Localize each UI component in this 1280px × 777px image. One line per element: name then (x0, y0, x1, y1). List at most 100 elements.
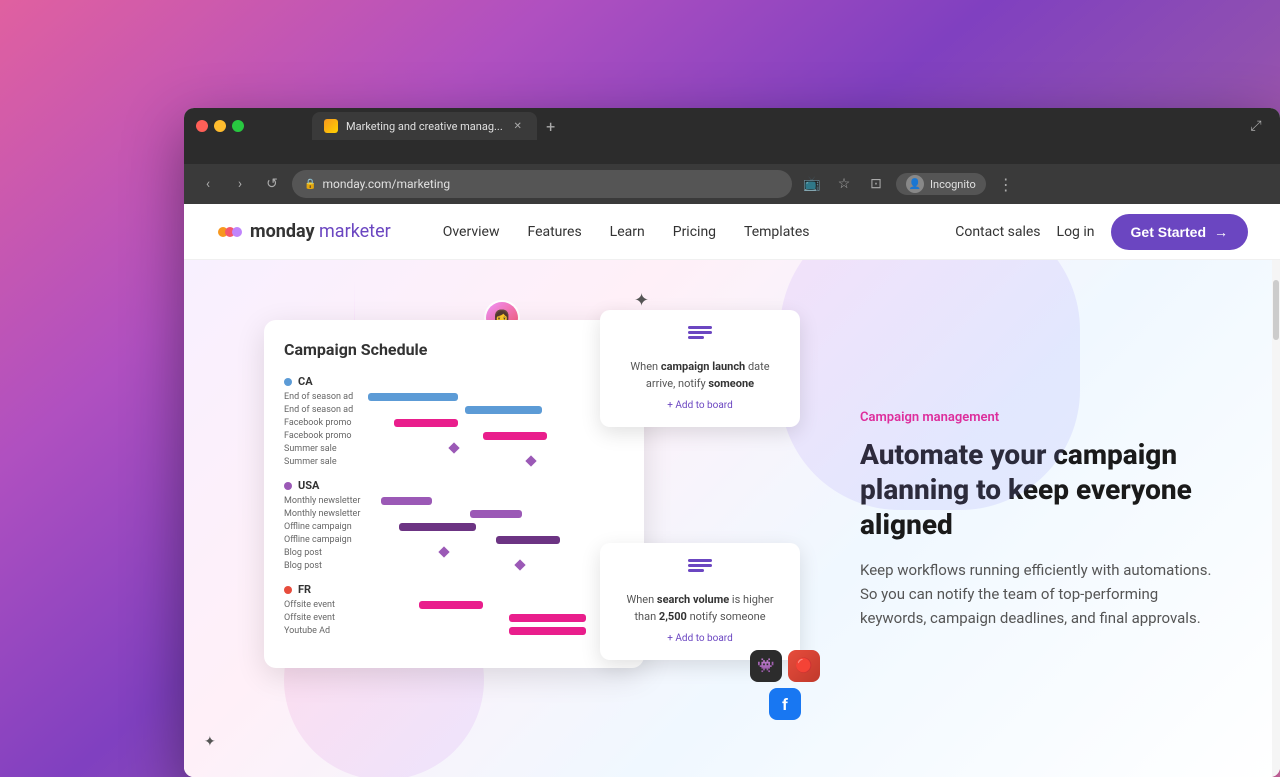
gantt-label-usa-2: Monthly newsletter (284, 509, 364, 519)
logo-icon (216, 218, 244, 246)
contact-sales-link[interactable]: Contact sales (955, 224, 1040, 240)
gantt-bar-usa-6 (368, 561, 624, 571)
page-scrollbar[interactable] (1272, 260, 1280, 777)
campaign-card-container: 👩 Campaign Schedule CA End of season ad (244, 300, 840, 740)
gantt-label-usa-4: Offline campaign (284, 535, 364, 545)
new-tab-button[interactable]: + (537, 112, 565, 140)
tab-title: Marketing and creative manag... (346, 120, 503, 133)
gantt-label-ca-3: Facebook promo (284, 418, 364, 428)
add-to-board-1[interactable]: + Add to board (616, 400, 784, 411)
forward-button[interactable]: › (228, 172, 252, 196)
refresh-button[interactable]: ↺ (260, 172, 284, 196)
tab-search-icon[interactable]: ⊡ (864, 172, 888, 196)
gantt-bar-ca-1 (368, 392, 624, 402)
gantt-bar-usa-3 (368, 522, 624, 532)
toolbar-actions: 📺 ☆ ⊡ 👤 Incognito ⋮ (800, 171, 1018, 198)
browser-window: Marketing and creative manag... ✕ + ⤢ ‹ … (184, 108, 1280, 777)
gantt-row-ca-3: Facebook promo (284, 418, 624, 428)
maximize-button[interactable] (232, 120, 244, 132)
gantt-row-ca-6: Summer sale (284, 457, 624, 467)
gantt-row-fr-2: Offsite event (284, 613, 624, 623)
logo-link[interactable]: monday marketer (216, 218, 391, 246)
minimize-button[interactable] (214, 120, 226, 132)
gantt-label-usa-5: Blog post (284, 548, 364, 558)
nav-pricing[interactable]: Pricing (661, 216, 728, 248)
gantt-row-usa-2: Monthly newsletter (284, 509, 624, 519)
gantt-label-fr-3: Youtube Ad (284, 626, 364, 636)
nav-overview[interactable]: Overview (431, 216, 512, 248)
gantt-bar-ca-5 (368, 444, 624, 454)
nav-actions: Contact sales Log in Get Started (955, 214, 1248, 250)
usa-dot (284, 482, 292, 490)
bar-usa-1 (381, 497, 432, 505)
automation-icon-1 (616, 326, 784, 351)
scrollbar-thumb[interactable] (1273, 280, 1279, 340)
traffic-lights (196, 120, 244, 132)
gantt-bar-fr-1 (368, 600, 624, 610)
gantt-label-ca-5: Summer sale (284, 444, 364, 454)
gantt-row-usa-3: Offline campaign (284, 522, 624, 532)
tab-favicon (324, 119, 338, 133)
active-tab[interactable]: Marketing and creative manag... ✕ (312, 112, 537, 140)
gantt-bar-fr-2 (368, 613, 624, 623)
nav-features[interactable]: Features (515, 216, 593, 248)
bar-usa-2 (470, 510, 521, 518)
tab-close-button[interactable]: ✕ (511, 119, 525, 133)
cast-icon[interactable]: 📺 (800, 172, 824, 196)
automation-card-1: When campaign launch date arrive, notify… (600, 310, 800, 427)
incognito-label: Incognito (930, 178, 976, 191)
gantt-row-usa-4: Offline campaign (284, 535, 624, 545)
close-button[interactable] (196, 120, 208, 132)
hero-description: Keep workflows running efficiently with … (860, 558, 1220, 630)
gantt-fr-section: FR Offsite event Offsite event (284, 583, 624, 636)
back-button[interactable]: ‹ (196, 172, 220, 196)
integration-icons: 👾 🔴 f (750, 650, 820, 720)
gantt-row-fr-1: Offsite event (284, 600, 624, 610)
nav-templates[interactable]: Templates (732, 216, 822, 248)
gantt-row-ca-2: End of season ad (284, 405, 624, 415)
login-link[interactable]: Log in (1057, 224, 1095, 240)
gantt-row-usa-6: Blog post (284, 561, 624, 571)
browser-toolbar: ‹ › ↺ 🔒 monday.com/marketing 📺 ☆ ⊡ 👤 Inc… (184, 164, 1280, 204)
gantt-label-usa-3: Offline campaign (284, 522, 364, 532)
incognito-avatar: 👤 (906, 175, 924, 193)
gantt-bar-usa-2 (368, 509, 624, 519)
hero-text: Campaign management Automate your campai… (840, 410, 1220, 630)
bar-fr-1 (419, 601, 483, 609)
bar-fr-3 (509, 627, 586, 635)
bar-ca-4a (483, 432, 547, 440)
incognito-badge[interactable]: 👤 Incognito (896, 173, 986, 195)
url-text: monday.com/marketing (322, 177, 450, 191)
gantt-label-ca-2: End of season ad (284, 405, 364, 415)
integration-icon-dark: 👾 (750, 650, 782, 682)
add-to-board-2[interactable]: + Add to board (616, 633, 784, 644)
gantt-label-ca-6: Summer sale (284, 457, 364, 467)
bookmark-icon[interactable]: ☆ (832, 172, 856, 196)
diamond-usa-5 (438, 546, 449, 557)
diamond-usa-6 (515, 559, 526, 570)
campaign-schedule-card: Campaign Schedule CA End of season ad (264, 320, 644, 668)
integration-row-2: f (750, 688, 820, 720)
gantt-bar-usa-4 (368, 535, 624, 545)
gantt-row-ca-1: End of season ad (284, 392, 624, 402)
ca-dot (284, 378, 292, 386)
logo-text: monday marketer (250, 221, 391, 242)
page-content: monday marketer Overview Features Learn … (184, 204, 1280, 777)
more-windows-icon[interactable]: ⤢ (1244, 114, 1268, 138)
fr-dot (284, 586, 292, 594)
gantt-bar-ca-6 (368, 457, 624, 467)
gantt-label-fr-1: Offsite event (284, 600, 364, 610)
gantt-row-ca-4: Facebook promo (284, 431, 624, 441)
lock-icon: 🔒 (304, 179, 316, 190)
hero-section: ✦ ✦ ✦ 👩 Campaign Schedule CA (184, 260, 1280, 777)
address-bar[interactable]: 🔒 monday.com/marketing (292, 170, 792, 198)
get-started-button[interactable]: Get Started (1111, 214, 1248, 250)
browser-more-button[interactable]: ⋮ (994, 171, 1018, 198)
integration-row-1: 👾 🔴 (750, 650, 820, 682)
gantt-bar-usa-5 (368, 548, 624, 558)
nav-learn[interactable]: Learn (598, 216, 657, 248)
gantt-bar-ca-4 (368, 431, 624, 441)
automation-card-2: When search volume is higher than 2,500 … (600, 543, 800, 660)
gantt-bar-ca-2 (368, 405, 624, 415)
hero-heading: Automate your campaign planning to keep … (860, 437, 1220, 542)
